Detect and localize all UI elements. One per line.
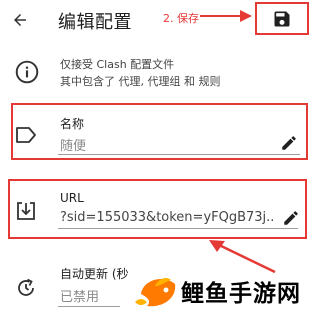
fish-logo-icon [135,278,176,307]
info-text-line-1: 仅接受 Clash 配置文件 [60,58,175,71]
url-input[interactable]: ?sid=155033&token=yFQgB73j... [60,210,274,225]
name-field-label: 名称 [60,117,85,131]
auto-update-label: 自动更新 (秒 [60,267,129,281]
url-field-highlight [8,179,307,239]
annotation-arrow-icon [200,10,252,22]
auto-update-input[interactable]: 已禁用 [60,286,99,305]
info-icon [15,60,39,84]
url-input-underline [58,228,298,229]
name-input[interactable]: 随便 [60,135,270,154]
app-bar: 编辑配置 2. 保存 [0,0,320,40]
info-section: 仅接受 Clash 配置文件 其中包含了 代理, 代理组 和 规则 [0,50,320,94]
name-input-underline [58,154,300,155]
edit-pencil-icon[interactable] [282,209,300,227]
auto-update-underline [58,306,120,307]
watermark: 鲤鱼手游网 [133,264,320,314]
edit-pencil-icon[interactable] [280,134,298,152]
url-field-label: URL [60,191,84,205]
back-button[interactable] [4,4,36,36]
annotation-save-step: 2. 保存 [163,12,199,25]
watermark-text: 鲤鱼手游网 [181,281,301,307]
arrow-back-icon [14,14,26,26]
save-button[interactable] [255,2,309,35]
label-tag-icon [16,127,36,143]
page-title: 编辑配置 [58,12,132,33]
info-text-line-2: 其中包含了 代理, 代理组 和 规则 [60,75,221,88]
download-box-icon [17,202,35,220]
save-icon [274,11,290,26]
refresh-clock-icon [18,278,34,296]
